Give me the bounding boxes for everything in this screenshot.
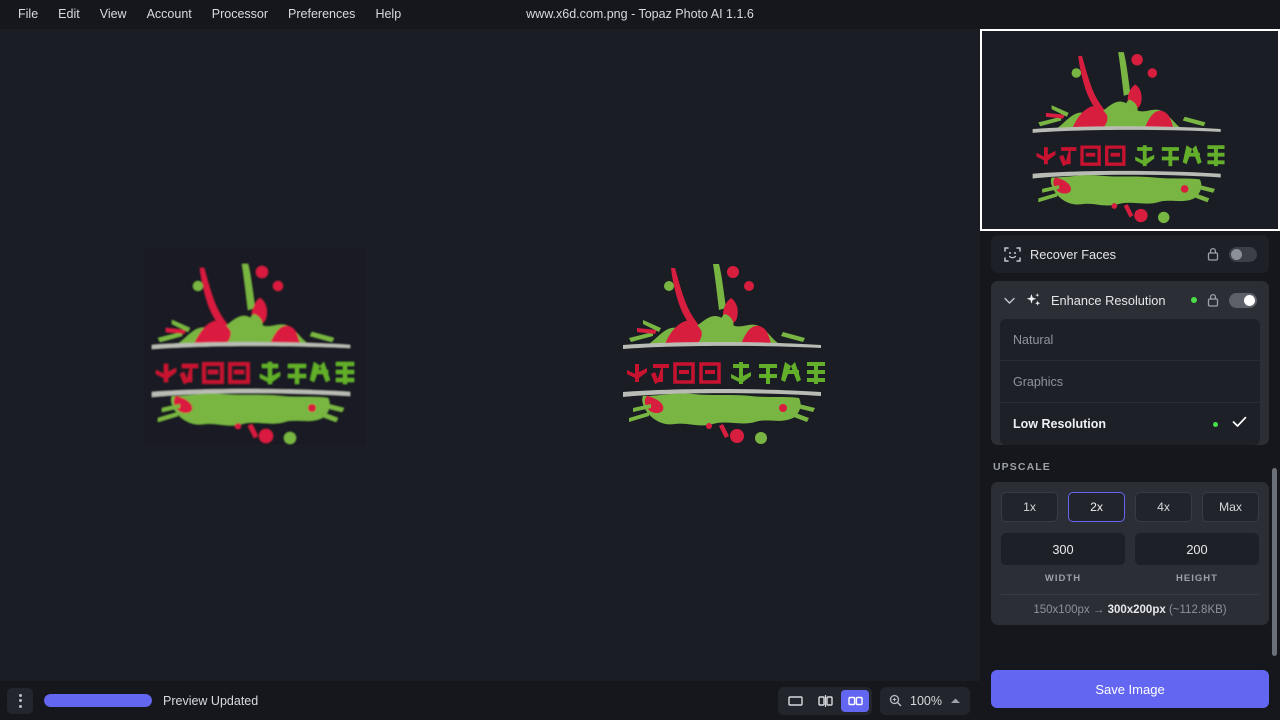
menu-item-file[interactable]: File [8, 0, 48, 29]
thumbnail-image [1016, 35, 1244, 225]
side-by-side-icon[interactable] [841, 690, 869, 712]
chevron-up-icon [950, 697, 961, 704]
estimated-file-size: (~112.8KB) [1169, 604, 1227, 616]
target-size: 300x200px [1108, 604, 1166, 616]
preview-thumbnail[interactable] [980, 29, 1280, 231]
upscale-card: 1x 2x 4x Max 300 WIDTH 200 HEIGHT [991, 482, 1269, 625]
width-input[interactable]: 300 [1001, 533, 1125, 565]
model-status-dot [1213, 422, 1218, 427]
menu-item-account[interactable]: Account [137, 0, 202, 29]
upscale-2x-button[interactable]: 2x [1068, 492, 1125, 522]
panel-scrollbar[interactable] [1272, 468, 1277, 656]
model-option-list: Natural Graphics Low Resolution [1000, 319, 1260, 445]
status-message: Preview Updated [163, 694, 258, 708]
view-controls: 100% [778, 681, 970, 720]
enhance-status-dot [1191, 297, 1197, 303]
menu-bar: File Edit View Account Processor Prefere… [0, 0, 411, 29]
view-mode-group [778, 687, 872, 715]
upscale-multiplier-group: 1x 2x 4x Max [1001, 492, 1259, 522]
menu-item-processor[interactable]: Processor [202, 0, 278, 29]
arrow-icon: → [1093, 604, 1105, 616]
upscale-max-button[interactable]: Max [1202, 492, 1259, 522]
sparkles-icon [1024, 291, 1042, 309]
upscale-1x-button[interactable]: 1x [1001, 492, 1058, 522]
menu-item-help[interactable]: Help [365, 0, 411, 29]
image-comparison-pair [142, 246, 838, 446]
image-canvas[interactable] [0, 29, 980, 681]
recover-faces-label: Recover Faces [1030, 247, 1197, 262]
progress-bar [44, 694, 152, 707]
original-image-preview[interactable] [142, 246, 367, 446]
height-label: HEIGHT [1135, 573, 1259, 584]
enhance-resolution-label: Enhance Resolution [1051, 293, 1182, 308]
model-label: Low Resolution [1013, 417, 1213, 431]
enhance-resolution-header[interactable]: Enhance Resolution [991, 281, 1269, 319]
magnifier-icon [889, 694, 902, 707]
source-size: 150x100px [1033, 604, 1089, 616]
panel-settings-scroll[interactable]: Recover Faces [980, 235, 1280, 655]
split-pane-icon[interactable] [811, 690, 839, 712]
height-column: 200 HEIGHT [1135, 533, 1259, 584]
feature-card-recover-faces[interactable]: Recover Faces [991, 235, 1269, 273]
model-option-natural[interactable]: Natural [1000, 319, 1260, 361]
right-panel: Recover Faces [980, 0, 1280, 720]
enhanced-image-preview[interactable] [613, 246, 838, 446]
app-window: File Edit View Account Processor Prefere… [0, 0, 1280, 720]
zoom-control[interactable]: 100% [880, 687, 970, 715]
zoom-level-value: 100% [909, 694, 943, 708]
menu-item-view[interactable]: View [90, 0, 137, 29]
width-column: 300 WIDTH [1001, 533, 1125, 584]
model-label: Graphics [1013, 375, 1247, 389]
save-image-button[interactable]: Save Image [991, 670, 1269, 708]
face-detect-icon [1003, 245, 1021, 263]
kebab-menu-icon[interactable] [7, 688, 33, 714]
width-label: WIDTH [1001, 573, 1125, 584]
menu-item-edit[interactable]: Edit [48, 0, 90, 29]
model-label: Natural [1013, 333, 1247, 347]
upscale-4x-button[interactable]: 4x [1135, 492, 1192, 522]
model-option-graphics[interactable]: Graphics [1000, 361, 1260, 403]
enhance-resolution-toggle[interactable] [1229, 293, 1257, 308]
recover-faces-toggle[interactable] [1229, 247, 1257, 262]
height-input[interactable]: 200 [1135, 533, 1259, 565]
menu-item-preferences[interactable]: Preferences [278, 0, 365, 29]
single-pane-icon[interactable] [781, 690, 809, 712]
status-bar: Preview Updated [0, 681, 980, 720]
progress-bar-fill [44, 694, 152, 707]
chevron-down-icon[interactable] [1003, 297, 1015, 304]
model-option-low-resolution[interactable]: Low Resolution [1000, 403, 1260, 445]
recover-faces-header[interactable]: Recover Faces [991, 235, 1269, 273]
dimension-inputs: 300 WIDTH 200 HEIGHT [1001, 533, 1259, 584]
check-icon [1232, 415, 1247, 433]
feature-card-enhance-resolution[interactable]: Enhance Resolution Natural [991, 281, 1269, 445]
lock-icon[interactable] [1206, 293, 1220, 307]
lock-icon[interactable] [1206, 247, 1220, 261]
upscale-section-title: UPSCALE [993, 461, 1269, 473]
size-summary: 150x100px → 300x200px (~112.8KB) [1001, 594, 1259, 616]
